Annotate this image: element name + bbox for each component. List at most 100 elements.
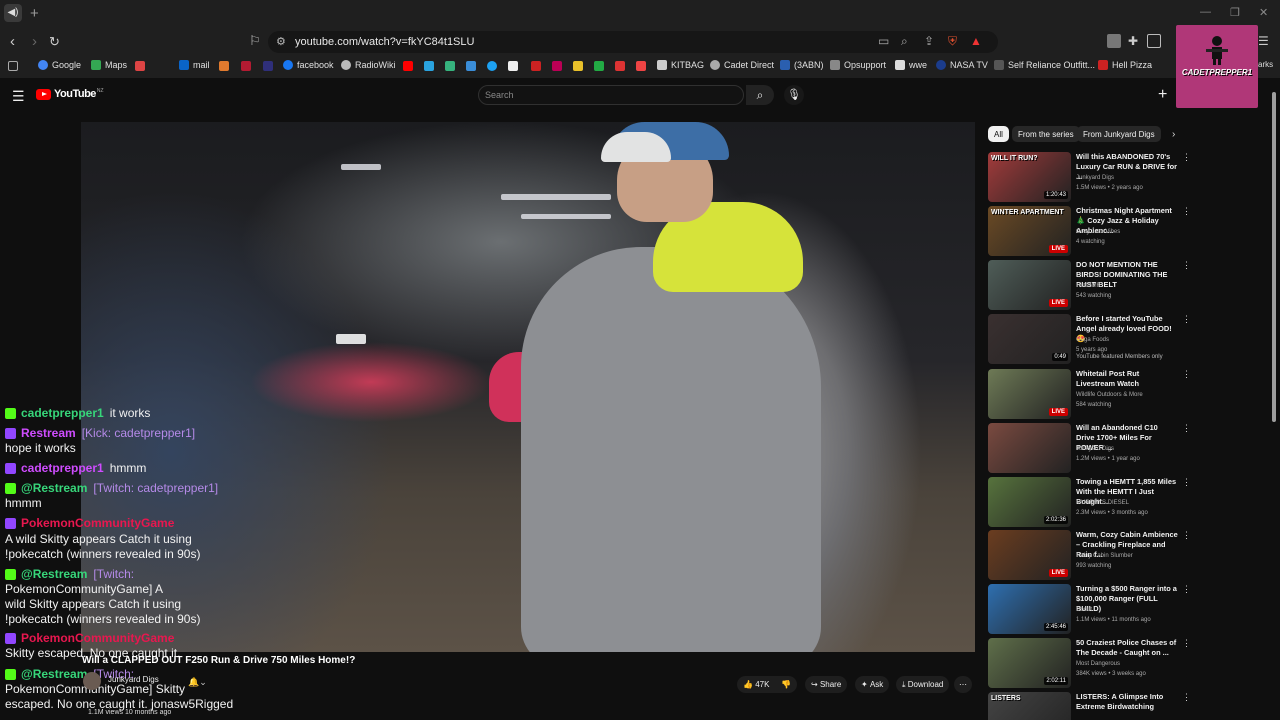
channel-name[interactable]: Junkyard Digs xyxy=(108,675,159,684)
video-thumbnail[interactable]: LIVE WINTER APARTMENT xyxy=(988,206,1071,256)
bookmark-icon[interactable] xyxy=(263,61,273,71)
bookmark-mail[interactable]: mail xyxy=(179,60,210,70)
new-tab-button[interactable]: + xyxy=(30,5,39,22)
back-icon[interactable]: ‹ xyxy=(10,33,15,51)
like-button[interactable]: 👍 47K xyxy=(737,676,776,693)
more-actions-button[interactable]: ⋯ xyxy=(954,676,972,693)
apps-grid-icon[interactable] xyxy=(8,61,18,71)
cast-icon[interactable]: ▭ xyxy=(878,34,889,48)
bookmark-self-reliance[interactable]: Self Reliance Outfitt... xyxy=(994,60,1095,70)
bookmark-google[interactable]: Google xyxy=(38,60,81,70)
more-vertical-icon[interactable]: ⋮ xyxy=(1182,152,1191,163)
voice-search-button[interactable]: 🎙 xyxy=(784,85,804,105)
page-scrollbar[interactable] xyxy=(1271,86,1277,706)
chevron-right-icon[interactable]: › xyxy=(1172,129,1175,140)
recommendation-item[interactable]: Will an Abandoned C10 Drive 1700+ Miles … xyxy=(988,423,1191,476)
bookmark-icon[interactable] xyxy=(615,61,625,71)
recommendation-title[interactable]: Whitetail Post Rut Livestream Watch xyxy=(1076,369,1178,389)
video-thumbnail[interactable] xyxy=(988,423,1071,473)
bookmark-icon[interactable] xyxy=(219,61,229,71)
bookmark-hell-pizza[interactable]: Hell Pizza xyxy=(1098,60,1152,70)
bookmark-cadet-direct[interactable]: Cadet Direct xyxy=(710,60,774,70)
search-button[interactable]: ⌕ xyxy=(746,85,774,105)
bookmark-icon[interactable] xyxy=(241,61,251,71)
hamburger-menu-icon[interactable]: ☰ xyxy=(12,88,25,105)
recommendation-item[interactable]: LIVE Warm, Cozy Cabin Ambience – Cracklin… xyxy=(988,530,1191,583)
video-thumbnail[interactable]: 2:02:36 xyxy=(988,477,1071,527)
bookmark-icon[interactable] xyxy=(531,61,541,71)
recommendation-channel[interactable]: HutchMF xyxy=(1076,283,1100,289)
forward-icon[interactable]: › xyxy=(32,33,37,51)
recommendation-channel[interactable]: Cozy Jazz Vibes xyxy=(1076,229,1120,235)
more-vertical-icon[interactable]: ⋮ xyxy=(1182,530,1191,541)
bookmark-opsupport[interactable]: Opsupport xyxy=(830,60,886,70)
recommendation-channel[interactable]: Rainy Cabin Slumber xyxy=(1076,553,1133,559)
bookmark-maps[interactable]: Maps xyxy=(91,60,127,70)
more-vertical-icon[interactable]: ⋮ xyxy=(1182,260,1191,271)
recommendation-channel[interactable]: Junkyard Digs xyxy=(1076,175,1114,181)
brave-shield-icon[interactable]: ⛨ xyxy=(948,34,957,49)
bookmark-icon[interactable] xyxy=(466,61,476,71)
chip-from-channel[interactable]: From Junkyard Digs xyxy=(1077,126,1161,142)
bookmark-icon[interactable] xyxy=(445,61,455,71)
address-bar[interactable]: ⚙ youtube.com/watch?v=fkYC84t1SLU ▭ ⌕ ⇪ … xyxy=(268,31,998,53)
extension-icon[interactable] xyxy=(1107,34,1121,48)
bookmark-radiowiki[interactable]: RadioWiki xyxy=(341,60,396,70)
recommendation-channel[interactable]: Junkyard Digs xyxy=(1076,446,1114,452)
restore-icon[interactable]: ❐ xyxy=(1230,6,1240,19)
create-button[interactable]: + xyxy=(1158,86,1167,104)
recommendation-channel[interactable]: MURPHYS DIESEL xyxy=(1076,500,1129,506)
video-thumbnail[interactable]: 2:02:11 xyxy=(988,638,1071,688)
recommendation-item[interactable]: 2:45:46 Turning a $500 Ranger into a $100… xyxy=(988,584,1191,637)
video-thumbnail[interactable]: LIVE xyxy=(988,530,1071,580)
recommendation-item[interactable]: LIVE Whitetail Post Rut Livestream Watch W… xyxy=(988,369,1191,422)
recommendation-item[interactable]: 2:02:36 Towing a HEMTT 1,855 Miles With t… xyxy=(988,477,1191,530)
url-text[interactable]: youtube.com/watch?v=fkYC84t1SLU xyxy=(295,36,474,48)
bookmark-star-icon[interactable]: ⚐ xyxy=(249,33,261,49)
site-info-icon[interactable]: ⚙ xyxy=(276,35,286,48)
recommendation-channel[interactable]: Donut xyxy=(1076,607,1092,613)
more-vertical-icon[interactable]: ⋮ xyxy=(1182,369,1191,380)
video-player[interactable] xyxy=(81,122,975,652)
share-button[interactable]: ↪ Share xyxy=(805,676,848,693)
download-button[interactable]: ⤓ Download xyxy=(896,676,950,693)
recommendation-title[interactable]: 50 Craziest Police Chases of The Decade … xyxy=(1076,638,1178,658)
recommendation-item[interactable]: 2:02:11 50 Craziest Police Chases of The … xyxy=(988,638,1191,691)
chip-from-series[interactable]: From the series xyxy=(1012,126,1080,142)
reload-icon[interactable]: ↻ xyxy=(49,33,60,51)
more-vertical-icon[interactable]: ⋮ xyxy=(1182,638,1191,649)
recommendation-item[interactable]: 1:20:43 WILL IT RUN? Will this ABANDONED 7… xyxy=(988,152,1191,205)
bookmark-facebook[interactable]: facebook xyxy=(283,60,334,70)
recommendation-item[interactable]: LIVE DO NOT MENTION THE BIRDS! DOMINATING… xyxy=(988,260,1191,313)
youtube-bookmark-icon[interactable] xyxy=(403,61,413,71)
bookmark-icon[interactable] xyxy=(135,61,145,71)
video-thumbnail[interactable]: 1:20:43 WILL IT RUN? xyxy=(988,152,1071,202)
speaker-icon[interactable]: ◀) xyxy=(4,4,22,22)
scrollbar-thumb[interactable] xyxy=(1272,92,1276,422)
dislike-button[interactable]: 👎 xyxy=(775,676,797,693)
recommendation-channel[interactable]: Wildlife Outdoors & More xyxy=(1076,392,1143,398)
video-thumbnail[interactable]: 2:45:46 xyxy=(988,584,1071,634)
video-thumbnail[interactable]: 0:49 xyxy=(988,314,1071,364)
recommendation-item[interactable]: LIVE WINTER APARTMENT Christmas Night Apar… xyxy=(988,206,1191,259)
recommendation-item[interactable]: LISTERS LISTERS: A Glimpse Into Extreme B… xyxy=(988,692,1191,720)
recommendation-channel[interactable]: Guga Foods xyxy=(1076,337,1109,343)
recommendation-channel[interactable]: Most Dangerous xyxy=(1076,661,1120,667)
ask-button[interactable]: ✦ Ask xyxy=(855,676,890,693)
more-vertical-icon[interactable]: ⋮ xyxy=(1182,314,1191,325)
bookmark-icon[interactable] xyxy=(552,61,562,71)
minimize-icon[interactable]: — xyxy=(1200,6,1211,18)
bookmark-nasa-tv[interactable]: NASA TV xyxy=(936,60,988,70)
sidebar-icon[interactable] xyxy=(1147,34,1161,48)
bookmark-icon[interactable] xyxy=(594,61,604,71)
bookmark-kitbag[interactable]: KITBAG xyxy=(657,60,704,70)
bookmark-wwe[interactable]: wwe xyxy=(895,60,927,70)
chip-all[interactable]: All xyxy=(988,126,1009,142)
puzzle-icon[interactable]: ✚ xyxy=(1128,34,1142,48)
more-vertical-icon[interactable]: ⋮ xyxy=(1182,584,1191,595)
share-page-icon[interactable]: ⇪ xyxy=(924,34,934,48)
bookmark-icon[interactable] xyxy=(636,61,646,71)
video-thumbnail[interactable]: LIVE xyxy=(988,260,1071,310)
bookmark-icon[interactable] xyxy=(508,61,518,71)
recommendation-title[interactable]: LISTERS: A Glimpse Into Extreme Birdwatc… xyxy=(1076,692,1178,712)
